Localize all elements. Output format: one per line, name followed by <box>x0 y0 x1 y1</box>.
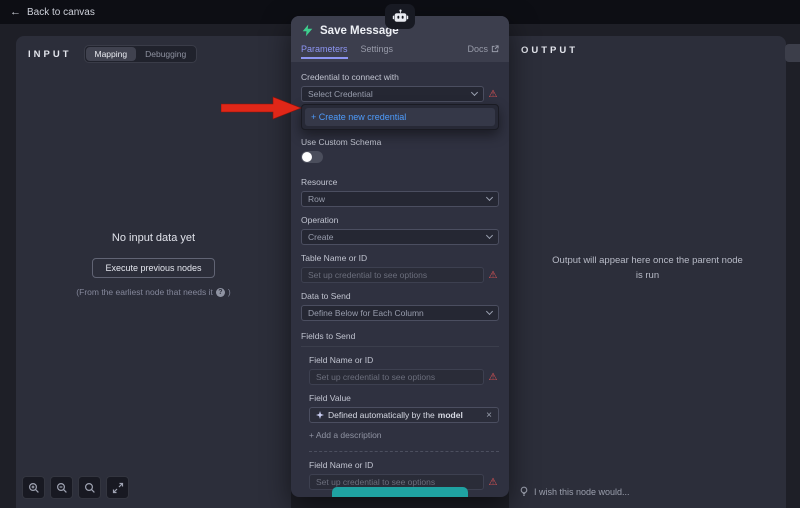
table-name-placeholder: Set up credential to see options <box>308 270 427 280</box>
resource-value: Row <box>308 194 325 204</box>
data-to-send-label: Data to Send <box>301 291 499 301</box>
warning-icon: ⚠ <box>487 372 499 383</box>
credential-field-group: Credential to connect with Select Creden… <box>301 72 499 102</box>
custom-schema-label: Use Custom Schema <box>301 137 499 147</box>
magnifier-plus-icon <box>28 482 40 494</box>
node-feedback-button[interactable]: I wish this node would... <box>519 486 630 497</box>
back-label: Back to canvas <box>27 7 95 18</box>
input-panel-title: INPUT <box>28 49 72 60</box>
docs-label: Docs <box>467 44 488 54</box>
tab-settings[interactable]: Settings <box>361 44 394 59</box>
clear-value-icon[interactable]: × <box>486 410 492 421</box>
credential-label: Credential to connect with <box>301 72 499 82</box>
wish-label: I wish this node would... <box>534 487 630 497</box>
input-panel-header: INPUT Mapping Debugging <box>16 36 291 63</box>
node-icon-green-bolt <box>301 24 314 37</box>
docs-link[interactable]: Docs <box>467 44 499 59</box>
toggle-knob <box>302 152 312 162</box>
node-parameters-form: Credential to connect with Select Creden… <box>291 62 509 490</box>
field1-name-label: Field Name or ID <box>309 355 499 365</box>
back-to-canvas-button[interactable]: ← Back to canvas <box>10 6 95 18</box>
sparkle-icon <box>316 411 324 419</box>
output-panel-title: OUTPUT <box>521 45 578 56</box>
input-empty-title: No input data yet <box>16 232 291 244</box>
input-hint: (From the earliest node that needs it ? … <box>16 287 291 297</box>
operation-select[interactable]: Create <box>301 229 499 245</box>
chevron-down-icon <box>486 308 493 315</box>
magnifier-icon <box>84 482 96 494</box>
field1-value-text-bold: model <box>438 410 463 420</box>
input-panel: INPUT Mapping Debugging No input data ye… <box>16 36 291 508</box>
field1-value-label: Field Value <box>309 393 499 403</box>
output-empty-text: Output will appear here once the parent … <box>550 254 745 283</box>
fields-to-send-label: Fields to Send <box>301 331 499 347</box>
field1-name-placeholder: Set up credential to see options <box>316 372 435 382</box>
warning-icon: ⚠ <box>487 270 499 281</box>
back-arrow-icon: ← <box>10 6 21 18</box>
custom-schema-toggle[interactable] <box>301 151 323 163</box>
chevron-down-icon <box>471 89 478 96</box>
assistant-robot-icon <box>385 4 415 29</box>
create-new-credential-option[interactable]: + Create new credential <box>305 108 495 126</box>
data-to-send-select[interactable]: Define Below for Each Column <box>301 305 499 321</box>
node-details-panel: Save Message Parameters Settings Docs Cr… <box>291 16 509 497</box>
operation-value: Create <box>308 232 334 242</box>
input-hint-close: ) <box>228 287 231 297</box>
output-panel-header: OUTPUT <box>509 36 786 56</box>
operation-label: Operation <box>301 215 499 225</box>
resource-select[interactable]: Row <box>301 191 499 207</box>
chevron-down-icon <box>486 232 493 239</box>
resource-label: Resource <box>301 177 499 187</box>
panel-edge-button[interactable] <box>785 44 800 62</box>
field2-name-label: Field Name or ID <box>309 460 499 470</box>
credential-select[interactable]: Select Credential <box>301 86 484 102</box>
tab-parameters[interactable]: Parameters <box>301 44 348 59</box>
zoom-reset-button[interactable] <box>78 476 101 499</box>
output-empty-state: Output will appear here once the parent … <box>509 254 786 283</box>
canvas-zoom-controls <box>22 476 129 499</box>
credential-dropdown: + Create new credential <box>301 104 499 130</box>
zoom-out-button[interactable] <box>50 476 73 499</box>
fields-to-send-group: Field Name or ID Set up credential to se… <box>301 355 499 490</box>
test-step-button[interactable] <box>332 487 468 497</box>
warning-icon: ⚠ <box>487 477 499 488</box>
table-name-input[interactable]: Set up credential to see options <box>301 267 484 283</box>
expand-arrows-icon <box>112 482 124 494</box>
add-description-link[interactable]: + Add a description <box>309 430 499 440</box>
tab-debugging[interactable]: Debugging <box>136 47 195 61</box>
input-mode-switcher: Mapping Debugging <box>84 45 198 63</box>
field-separator <box>309 451 499 452</box>
table-name-label: Table Name or ID <box>301 253 499 263</box>
input-empty-state: No input data yet Execute previous nodes… <box>16 232 291 297</box>
input-hint-text: (From the earliest node that needs it <box>76 287 213 297</box>
field1-name-input[interactable]: Set up credential to see options <box>309 369 484 385</box>
zoom-in-button[interactable] <box>22 476 45 499</box>
credential-select-value: Select Credential <box>308 89 373 99</box>
field1-value-input[interactable]: Defined automatically by the model × <box>309 407 499 423</box>
warning-icon: ⚠ <box>487 89 499 100</box>
field1-value-text: Defined automatically by the <box>328 410 435 420</box>
node-panel-tabs: Parameters Settings Docs <box>301 41 499 59</box>
output-panel: OUTPUT Output will appear here once the … <box>509 36 786 508</box>
help-question-icon[interactable]: ? <box>216 288 225 297</box>
field2-name-placeholder: Set up credential to see options <box>316 477 435 487</box>
expand-view-button[interactable] <box>106 476 129 499</box>
external-link-icon <box>491 45 499 53</box>
chevron-down-icon <box>486 194 493 201</box>
execute-previous-nodes-button[interactable]: Execute previous nodes <box>92 258 214 278</box>
tab-mapping[interactable]: Mapping <box>86 47 137 61</box>
magnifier-minus-icon <box>56 482 68 494</box>
data-to-send-value: Define Below for Each Column <box>308 308 424 318</box>
lightbulb-icon <box>519 486 529 497</box>
